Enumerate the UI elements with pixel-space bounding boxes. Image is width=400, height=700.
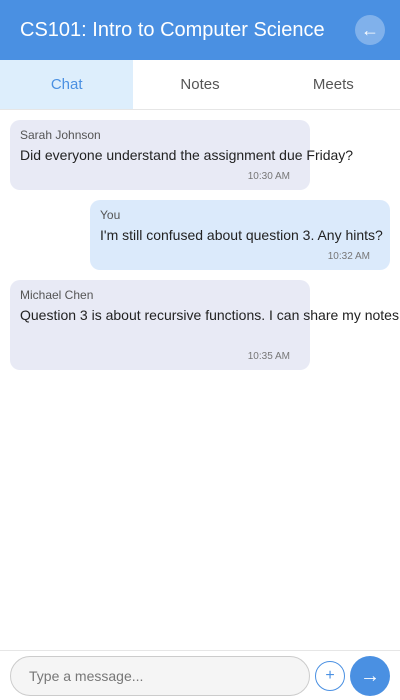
message-time: 10:35 AM (247, 351, 290, 362)
message-text: Did everyone understand the assignment d… (20, 147, 354, 163)
message-time: 10:30 AM (247, 171, 290, 182)
tab-bar: Chat Notes Meets (0, 60, 400, 110)
message-sender: Sarah Johnson (20, 128, 101, 142)
message-text: Question 3 is about recursive functions.… (20, 307, 400, 323)
back-button[interactable]: ← (355, 15, 385, 45)
message-text: I'm still confused about question 3. Any… (100, 227, 383, 243)
send-button[interactable]: → (350, 656, 390, 696)
attach-button[interactable]: + (315, 661, 345, 691)
send-arrow-icon: → (360, 665, 380, 687)
message-list[interactable]: Sarah Johnson Did everyone understand th… (0, 110, 400, 650)
header: CS101: Intro to Computer Science ← (0, 0, 400, 60)
page-title: CS101: Intro to Computer Science (20, 18, 325, 41)
message-time: 10:32 AM (327, 251, 370, 262)
plus-icon: + (325, 667, 335, 684)
message-sender: Michael Chen (20, 288, 94, 302)
chat-app: CS101: Intro to Computer Science ← Chat … (0, 0, 400, 700)
message-sender: You (100, 208, 121, 222)
tab-meets[interactable]: Meets (267, 60, 400, 109)
composer-bar: + → (0, 650, 400, 700)
message-bubble: Michael Chen Question 3 is about recursi… (10, 280, 400, 370)
tab-chat[interactable]: Chat (0, 60, 134, 109)
message-bubble: You I'm still confused about question 3.… (90, 200, 390, 270)
back-arrow-icon: ← (361, 20, 379, 40)
tab-notes[interactable]: Notes (133, 60, 266, 109)
message-input[interactable] (10, 656, 310, 696)
message-bubble: Sarah Johnson Did everyone understand th… (10, 120, 354, 190)
